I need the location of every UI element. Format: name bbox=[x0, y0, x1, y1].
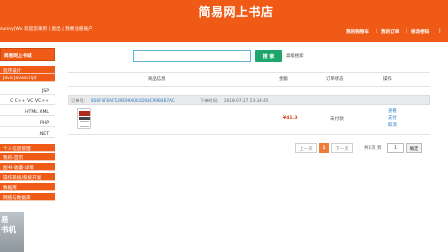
sidebar-item-label: 网络与数据库 bbox=[3, 195, 31, 201]
sidebar-item-label: 我的-首页 bbox=[3, 155, 24, 161]
order-status: 未付款 bbox=[330, 117, 344, 122]
order-amount: ¥41.3 bbox=[283, 116, 298, 121]
view-order-link[interactable]: 查看 bbox=[388, 108, 397, 114]
nav-separator: | bbox=[439, 29, 441, 34]
sidebar-item-label: 操作系统/系统开发 bbox=[3, 175, 42, 181]
sidebar-my-item[interactable]: 网络与数据库 bbox=[0, 193, 55, 201]
column-amount: 金额 bbox=[279, 77, 288, 82]
site-title: 简易网上书店 bbox=[198, 5, 274, 19]
column-product-info: 商品信息 bbox=[148, 77, 166, 82]
prev-page-button[interactable]: 上一页 bbox=[295, 143, 317, 153]
sidebar-item-label: 程序设计 bbox=[3, 68, 22, 74]
order-header-bar: 订单号： 856F4F6AF539E99A001D04C99B4B7AC 下单时… bbox=[68, 95, 430, 105]
nav-orders[interactable]: 我的订单 bbox=[381, 29, 399, 35]
corner-logo: 易书机 bbox=[0, 212, 24, 252]
sidebar-my-title: 个人信息管理 bbox=[0, 144, 55, 152]
sidebar-item-dotnet[interactable]: .NET bbox=[0, 130, 55, 138]
welcome-bar[interactable]: sunny|Wx 欢迎您来到 | 退出 | 我要注册账户 bbox=[0, 26, 170, 32]
table-top-divider bbox=[68, 72, 430, 73]
table-header-divider bbox=[68, 86, 430, 87]
cancel-order-link[interactable]: 取消 bbox=[388, 122, 397, 128]
top-header: 简易网上书店 sunny|Wx 欢迎您来到 | 退出 | 我要注册账户 我的购物… bbox=[0, 0, 448, 42]
sidebar-item-programming[interactable]: 程序设计 bbox=[0, 66, 55, 74]
pay-order-link[interactable]: 支付 bbox=[388, 115, 397, 121]
sidebar-item-label: .NET bbox=[38, 131, 49, 137]
sidebar-item-jsp[interactable]: JSP bbox=[0, 87, 55, 95]
goto-confirm-button[interactable]: 确定 bbox=[406, 143, 422, 153]
order-number[interactable]: 856F4F6AF539E99A001D04C99B4B7AC bbox=[91, 98, 175, 103]
sidebar-my-item[interactable]: 我的-首页 bbox=[0, 153, 55, 161]
column-operations: 操作 bbox=[383, 77, 392, 82]
sidebar-my-item[interactable]: 图书-收藏-详情 bbox=[0, 163, 55, 171]
sidebar-item-java[interactable]: Java Javascript bbox=[0, 74, 55, 82]
book-cover-image[interactable] bbox=[77, 108, 91, 129]
search-button[interactable]: 搜 索 bbox=[255, 50, 282, 62]
next-page-button[interactable]: 下一页 bbox=[331, 143, 353, 153]
search-button-label: 搜 索 bbox=[262, 53, 275, 60]
sidebar-my-item[interactable]: 数据库 bbox=[0, 183, 55, 191]
page-summary: 共1页 到 bbox=[364, 146, 382, 151]
sidebar-item-label: 图书-收藏-详情 bbox=[3, 165, 34, 171]
nav-cart[interactable]: 我的购物车 bbox=[346, 29, 369, 35]
sidebar-item-cpp[interactable]: C C++ VC VC++ bbox=[0, 97, 55, 105]
sidebar-category-title-text: 简易网上书城 bbox=[4, 54, 32, 59]
advanced-search-link[interactable]: 高级搜索 bbox=[286, 53, 304, 59]
sidebar-item-label: PHP bbox=[40, 120, 49, 126]
sidebar-item-label: JSP bbox=[41, 88, 49, 94]
order-row-divider bbox=[68, 134, 430, 135]
corner-logo-text: 易书机 bbox=[1, 215, 16, 234]
sidebar-category-title: 简易网上书城 bbox=[0, 48, 55, 61]
sidebar-item-label: 数据库 bbox=[3, 185, 17, 191]
goto-confirm-label: 确定 bbox=[409, 147, 419, 152]
search-input[interactable] bbox=[133, 50, 251, 62]
sidebar-item-label: Java Javascript bbox=[3, 75, 37, 81]
column-order-status: 订单状态 bbox=[326, 77, 344, 82]
sidebar-my-item[interactable]: 操作系统/系统开发 bbox=[0, 173, 55, 181]
prev-page-label: 上一页 bbox=[299, 147, 313, 152]
order-time-label: 下单时间： bbox=[200, 98, 221, 104]
goto-page-input[interactable]: 1 bbox=[387, 143, 404, 153]
next-page-label: 下一页 bbox=[335, 147, 349, 152]
sidebar-item-label: HTML XML bbox=[25, 109, 49, 115]
sidebar-item-html-xml[interactable]: HTML XML bbox=[0, 108, 55, 116]
nav-change-password[interactable]: 修改密码 bbox=[411, 29, 429, 35]
sidebar-item-label: C C++ VC VC++ bbox=[10, 98, 49, 104]
current-page-button[interactable]: 1 bbox=[319, 143, 329, 153]
order-number-label: 订单号： bbox=[71, 98, 88, 104]
sidebar-my-title-text: 个人信息管理 bbox=[3, 146, 31, 152]
sidebar-item-php[interactable]: PHP bbox=[0, 119, 55, 127]
order-time: 2018-07-27 23:34:45 bbox=[224, 98, 269, 104]
goto-page-value: 1 bbox=[394, 146, 397, 151]
current-page-label: 1 bbox=[322, 146, 326, 151]
